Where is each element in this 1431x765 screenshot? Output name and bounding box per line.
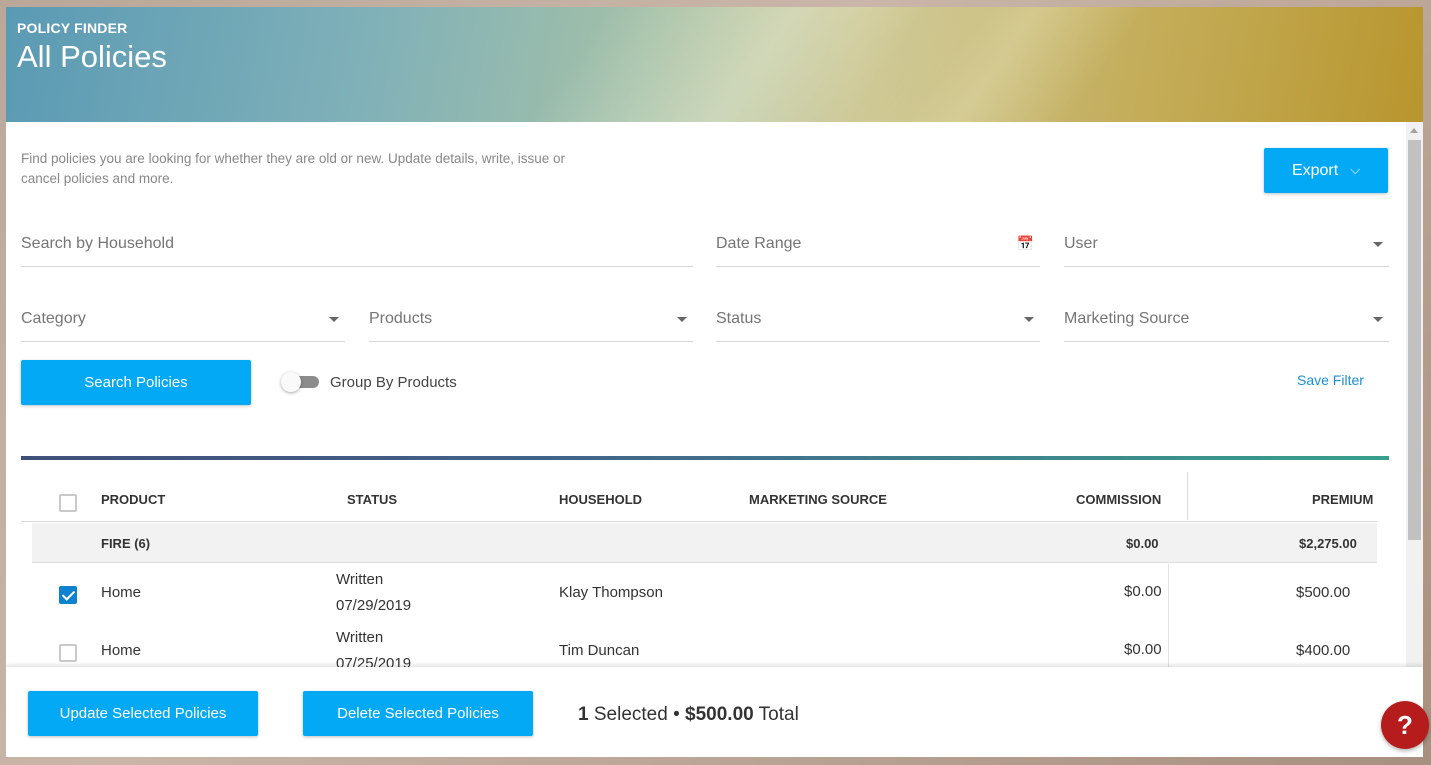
caret-down-icon <box>329 317 339 322</box>
selected-count: 1 <box>578 704 589 725</box>
scrollbar-thumb[interactable] <box>1408 140 1421 540</box>
export-button[interactable]: Export ⌵ <box>1264 148 1388 193</box>
table-header: PRODUCT STATUS HOUSEHOLD MARKETING SOURC… <box>21 460 1377 522</box>
row-commission: $0.00 <box>1124 641 1162 658</box>
group-by-products-label: Group By Products <box>330 374 457 391</box>
column-header-marketing-source[interactable]: MARKETING SOURCE <box>749 492 887 507</box>
export-label: Export <box>1291 161 1339 179</box>
caret-down-icon <box>677 317 687 322</box>
column-divider <box>1168 564 1169 622</box>
group-commission: $0.00 <box>1126 536 1159 551</box>
row-status: Written <box>336 629 384 646</box>
category-select[interactable]: Category <box>21 310 345 342</box>
search-policies-button[interactable]: Search Policies <box>21 360 251 405</box>
summary-separator: • <box>673 704 680 725</box>
household-search-input[interactable]: Search by Household <box>21 235 693 267</box>
main-content: Find policies you are looking for whethe… <box>6 122 1406 696</box>
column-header-commission[interactable]: COMMISSION <box>1076 492 1161 507</box>
marketing-source-select[interactable]: Marketing Source <box>1064 310 1389 342</box>
selection-footer: Update Selected Policies Delete Selected… <box>6 667 1423 757</box>
selection-summary: 1 Selected • $500.00 Total <box>578 704 799 726</box>
vertical-scrollbar[interactable] <box>1406 122 1423 667</box>
table-row[interactable]: Home Written 07/29/2019 Klay Thompson $0… <box>32 564 1377 622</box>
column-header-household[interactable]: HOUSEHOLD <box>559 492 642 507</box>
update-selected-policies-button[interactable]: Update Selected Policies <box>28 691 258 736</box>
page-description: Find policies you are looking for whethe… <box>21 151 566 186</box>
row-household[interactable]: Tim Duncan <box>559 642 639 659</box>
page-title: All Policies <box>17 39 167 74</box>
row-status: Written <box>336 571 384 588</box>
total-text: Total <box>758 704 799 725</box>
date-range-label: Date Range <box>716 235 802 252</box>
date-range-field[interactable]: Date Range 📅 <box>716 235 1040 267</box>
calendar-icon[interactable]: 📅 <box>1017 235 1034 252</box>
status-select[interactable]: Status <box>716 310 1040 342</box>
row-checkbox[interactable] <box>59 644 77 662</box>
save-filter-link[interactable]: Save Filter <box>1297 372 1364 388</box>
group-premium: $2,275.00 <box>1299 536 1357 551</box>
status-select-label: Status <box>716 310 762 327</box>
group-by-products-toggle[interactable] <box>281 372 321 392</box>
row-checkbox[interactable] <box>59 586 77 604</box>
group-label: FIRE (6) <box>101 536 151 551</box>
chevron-down-icon: ⌵ <box>1350 161 1361 177</box>
toggle-knob <box>281 372 301 392</box>
household-search-label: Search by Household <box>21 235 174 252</box>
row-premium: $400.00 <box>1296 642 1351 659</box>
marketing-source-select-label: Marketing Source <box>1064 310 1190 327</box>
selected-text: Selected <box>593 704 668 725</box>
category-select-label: Category <box>21 310 86 327</box>
row-household[interactable]: Klay Thompson <box>559 584 663 601</box>
select-all-checkbox[interactable] <box>59 494 77 512</box>
caret-down-icon <box>1373 317 1383 322</box>
caret-down-icon <box>1373 242 1383 247</box>
header-banner: POLICY FINDER All Policies <box>6 7 1423 122</box>
column-header-status[interactable]: STATUS <box>347 492 397 507</box>
column-header-product[interactable]: PRODUCT <box>101 492 165 507</box>
delete-selected-policies-button[interactable]: Delete Selected Policies <box>303 691 533 736</box>
scroll-up-arrow-icon[interactable] <box>1410 128 1418 133</box>
section-eyebrow: POLICY FINDER <box>17 20 128 36</box>
caret-down-icon <box>1024 317 1034 322</box>
row-status-date: 07/29/2019 <box>336 597 412 614</box>
help-button[interactable]: ? <box>1381 701 1429 749</box>
column-divider <box>1187 472 1188 520</box>
app-window: POLICY FINDER All Policies Find policies… <box>6 7 1423 757</box>
user-select[interactable]: User <box>1064 235 1389 267</box>
row-product: Home <box>101 642 142 659</box>
selected-total-amount: $500.00 <box>685 704 754 725</box>
products-select[interactable]: Products <box>369 310 693 342</box>
user-select-label: User <box>1064 235 1098 252</box>
products-select-label: Products <box>369 310 433 327</box>
column-header-premium[interactable]: PREMIUM <box>1312 492 1373 507</box>
policies-table: PRODUCT STATUS HOUSEHOLD MARKETING SOURC… <box>21 456 1389 696</box>
group-row-fire[interactable]: FIRE (6) $0.00 $2,275.00 <box>32 523 1377 563</box>
row-commission: $0.00 <box>1124 583 1162 600</box>
row-product: Home <box>101 584 142 601</box>
row-premium: $500.00 <box>1296 584 1351 601</box>
